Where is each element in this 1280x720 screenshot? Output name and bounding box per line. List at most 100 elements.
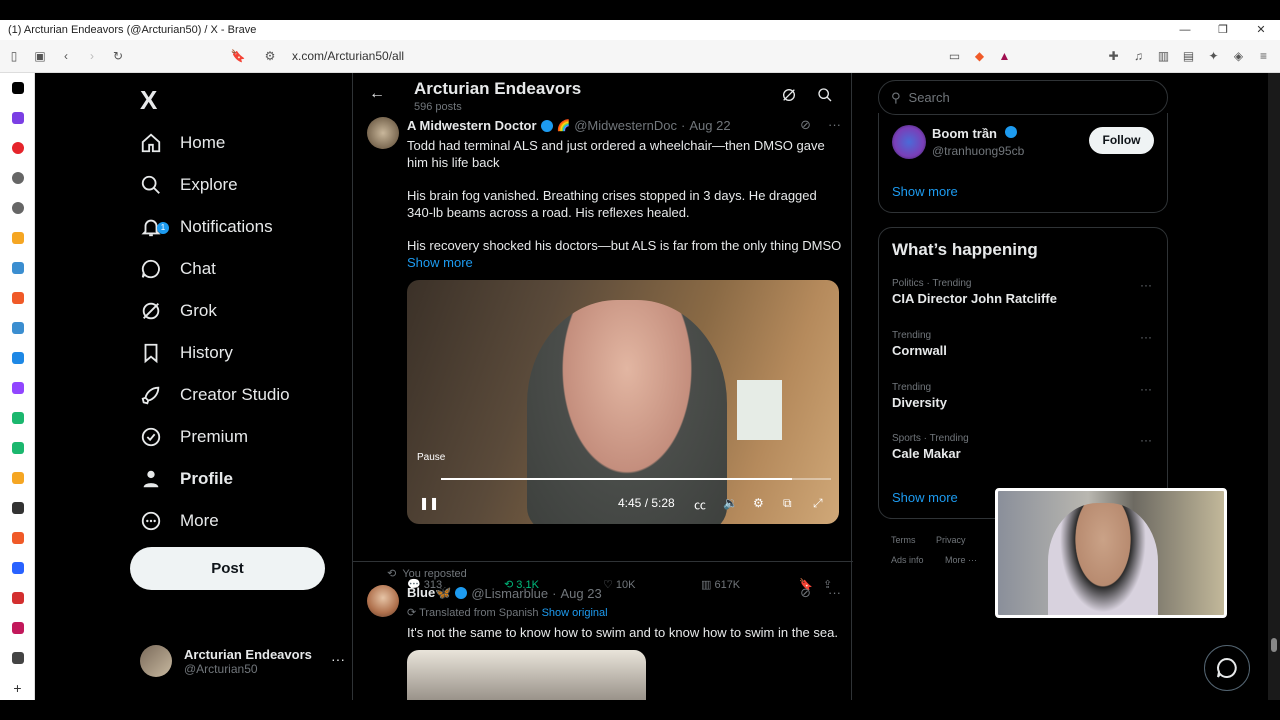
nav-history[interactable]: History xyxy=(140,332,233,374)
brave-rewards-icon[interactable]: ▲ xyxy=(994,44,1015,68)
sidebar-app-icon[interactable] xyxy=(0,283,35,313)
tweet-more-icon[interactable]: ··· xyxy=(828,117,841,132)
sidebar-icon[interactable]: ▥ xyxy=(1153,44,1174,68)
trend-item[interactable]: Sports · Trending Cale Makar ··· xyxy=(892,433,1152,461)
menu-icon[interactable]: ≡ xyxy=(1253,44,1274,68)
captions-icon[interactable]: ㏄ xyxy=(694,496,706,513)
nav-chat[interactable]: Chat xyxy=(140,248,216,290)
tweet[interactable]: ⟲ You reposted Blue🦋 @Lismarblue · Aug 2… xyxy=(353,567,853,700)
forward-arrow-icon[interactable]: › xyxy=(80,44,104,68)
tweet-image[interactable] xyxy=(407,650,646,700)
show-more-link[interactable]: Show more xyxy=(892,184,958,199)
show-more-link[interactable]: Show more xyxy=(407,254,842,271)
sidebar-app-icon[interactable] xyxy=(0,403,35,433)
url-field[interactable]: x.com/Arcturian50/all xyxy=(292,49,404,63)
extensions-icon[interactable]: ✚ xyxy=(1103,44,1124,68)
sidebar-app-icon[interactable] xyxy=(0,373,35,403)
back-arrow-icon[interactable]: ← xyxy=(369,85,385,103)
video-player[interactable]: Pause ❚❚ 4:45 / 5:28 ㏄ 🔉 ⚙ ⧉ ⤢ xyxy=(407,280,839,524)
sidebar-app-icon[interactable] xyxy=(0,643,35,673)
footer-terms[interactable]: Terms xyxy=(891,535,916,545)
trend-more-icon[interactable]: ··· xyxy=(1140,382,1152,396)
trend-more-icon[interactable]: ··· xyxy=(1140,433,1152,447)
trend-item[interactable]: Trending Cornwall ··· xyxy=(892,330,1152,358)
follow-button[interactable]: Follow xyxy=(1089,127,1154,154)
grok-icon[interactable]: ⊘ xyxy=(800,117,811,133)
avatar[interactable] xyxy=(367,117,399,149)
sidebar-app-icon[interactable] xyxy=(0,163,35,193)
sidebar-app-icon[interactable] xyxy=(0,493,35,523)
nav-notifications[interactable]: 1 Notifications xyxy=(140,206,273,248)
tweet[interactable]: A Midwestern Doctor 🌈 @MidwesternDoc · A… xyxy=(353,117,853,591)
volume-icon[interactable]: 🔉 xyxy=(723,496,738,510)
search-icon[interactable] xyxy=(817,87,833,108)
bookmark-icon[interactable]: 🔖 xyxy=(226,44,250,68)
tweet-author[interactable]: Blue🦋 @Lismarblue · Aug 23 xyxy=(407,585,602,601)
sidebar-app-icon[interactable] xyxy=(0,133,35,163)
account-more-icon[interactable]: ··· xyxy=(331,651,345,667)
post-button[interactable]: Post xyxy=(130,547,325,590)
tweet-author[interactable]: A Midwestern Doctor 🌈 @MidwesternDoc · A… xyxy=(407,118,731,133)
show-more-link[interactable]: Show more xyxy=(892,490,958,505)
nav-profile[interactable]: Profile xyxy=(140,458,233,500)
trend-more-icon[interactable]: ··· xyxy=(1140,330,1152,344)
footer-ads-info[interactable]: Ads info xyxy=(891,555,924,565)
music-icon[interactable]: ♫ xyxy=(1128,44,1149,68)
tab-grid-icon[interactable]: ▣ xyxy=(28,44,52,68)
sidebar-app-icon[interactable] xyxy=(0,223,35,253)
scrollbar-thumb[interactable] xyxy=(1271,638,1277,652)
search-input[interactable]: ⚲ Search xyxy=(878,80,1168,115)
nav-more[interactable]: More xyxy=(140,500,219,542)
pause-icon[interactable]: ❚❚ xyxy=(419,496,439,510)
grok-icon[interactable] xyxy=(781,87,797,108)
pip-icon[interactable]: ⧉ xyxy=(783,496,792,511)
cast-icon[interactable]: ▭ xyxy=(944,44,965,68)
trend-item[interactable]: Politics · Trending CIA Director John Ra… xyxy=(892,278,1152,306)
sidebar-app-icon[interactable] xyxy=(0,523,35,553)
sidebar-app-icon[interactable] xyxy=(0,103,35,133)
show-original-link[interactable]: Show original xyxy=(542,607,608,619)
nav-explore[interactable]: Explore xyxy=(140,164,238,206)
trend-item[interactable]: Trending Diversity ··· xyxy=(892,382,1152,410)
back-arrow-icon[interactable]: ‹ xyxy=(54,44,78,68)
brave-shield-icon[interactable]: ◆ xyxy=(969,44,990,68)
wallet-icon[interactable]: ▤ xyxy=(1178,44,1199,68)
x-logo-icon[interactable]: X xyxy=(140,85,157,116)
trend-more-icon[interactable]: ··· xyxy=(1140,278,1152,292)
nav-home[interactable]: Home xyxy=(140,122,225,164)
page-scrollbar[interactable] xyxy=(1268,73,1280,700)
sidebar-add-icon[interactable]: + xyxy=(0,673,35,703)
sidebar-app-icon[interactable] xyxy=(0,193,35,223)
sidebar-app-icon[interactable] xyxy=(0,253,35,283)
footer-more[interactable]: More ··· xyxy=(945,555,977,565)
grok-icon[interactable]: ⊘ xyxy=(800,585,811,601)
avatar[interactable] xyxy=(892,125,926,159)
close-button[interactable]: ✕ xyxy=(1242,20,1280,40)
nav-premium[interactable]: Premium xyxy=(140,416,248,458)
sidebar-app-icon[interactable] xyxy=(0,463,35,493)
settings-icon[interactable]: ⚙ xyxy=(753,496,764,510)
sidebar-toggle-icon[interactable]: ▯ xyxy=(2,44,26,68)
reload-icon[interactable]: ↻ xyxy=(106,44,130,68)
chat-fab-button[interactable] xyxy=(1204,645,1250,691)
nav-grok[interactable]: Grok xyxy=(140,290,217,332)
sidebar-app-icon[interactable] xyxy=(0,433,35,463)
tweet-more-icon[interactable]: ··· xyxy=(828,585,841,600)
minimize-button[interactable]: — xyxy=(1166,20,1204,40)
sidebar-app-icon[interactable] xyxy=(0,583,35,613)
footer-privacy[interactable]: Privacy xyxy=(936,535,966,545)
leo-icon[interactable]: ✦ xyxy=(1203,44,1224,68)
sidebar-app-icon[interactable] xyxy=(0,613,35,643)
nav-creator-studio[interactable]: Creator Studio xyxy=(140,374,290,416)
sidebar-app-icon[interactable] xyxy=(0,343,35,373)
suggested-user-name[interactable]: Boom trần xyxy=(932,126,1017,141)
sidebar-app-icon[interactable] xyxy=(0,313,35,343)
site-settings-icon[interactable]: ⚙ xyxy=(258,44,282,68)
avatar[interactable] xyxy=(367,585,399,617)
sidebar-app-icon[interactable] xyxy=(0,553,35,583)
sidebar-x-icon[interactable] xyxy=(0,73,35,103)
vpn-icon[interactable]: ◈ xyxy=(1228,44,1249,68)
maximize-button[interactable]: ❐ xyxy=(1204,20,1242,40)
fullscreen-icon[interactable]: ⤢ xyxy=(813,496,823,511)
video-progress-bar[interactable] xyxy=(441,478,831,480)
